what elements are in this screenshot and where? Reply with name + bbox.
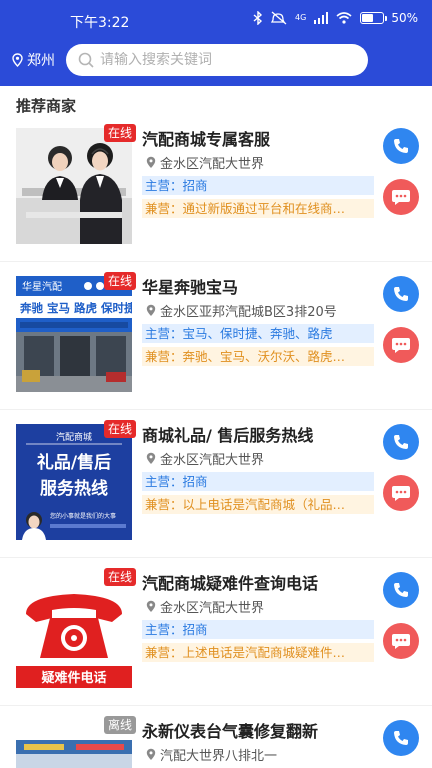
city-name: 郑州 xyxy=(27,53,55,69)
status-bar: 下午3:22 4G 50% xyxy=(0,0,432,40)
status-badge: 在线 xyxy=(104,568,137,586)
side-business-tag: 兼营：奔驰、宝马、沃尔沃、路虎… xyxy=(142,347,374,366)
location-pin-icon xyxy=(146,600,156,612)
phone-icon xyxy=(394,731,408,745)
status-icons: 4G 50% xyxy=(253,11,418,25)
merchant-card[interactable]: 疑难件电话 在线 汽配商城疑难件查询电话 金水区汽配大世界 主营：招商 兼营：上… xyxy=(0,558,432,706)
message-button[interactable] xyxy=(383,179,419,215)
phone-icon xyxy=(394,583,408,597)
merchant-address: 金水区汽配大世界 xyxy=(146,153,264,172)
bluetooth-icon xyxy=(253,11,263,25)
message-button[interactable] xyxy=(383,327,419,363)
address-text: 金水区汽配大世界 xyxy=(160,601,265,616)
merchant-card[interactable]: 华星汽配 奔驰 宝马 路虎 保时捷 在线 华星奔驰宝马 金水区亚邦汽配城B区3排… xyxy=(0,262,432,410)
call-button[interactable] xyxy=(383,424,419,460)
call-button[interactable] xyxy=(383,128,419,164)
section-title: 推荐商家 xyxy=(16,97,77,115)
location-pin-icon xyxy=(12,53,23,67)
merchant-address: 汽配大世界八排北一 xyxy=(146,745,277,764)
location-pin-icon xyxy=(146,304,156,316)
merchant-address: 金水区汽配大世界 xyxy=(146,597,264,616)
chat-icon xyxy=(392,634,410,649)
merchant-name[interactable]: 汽配商城专属客服 xyxy=(142,126,270,150)
phone-icon xyxy=(394,435,408,449)
battery-indicator: 50% xyxy=(360,11,418,25)
merchant-name[interactable]: 华星奔驰宝马 xyxy=(142,274,238,298)
main-business-tag: 主营：宝马、保时捷、奔驰、路虎 xyxy=(142,324,374,343)
location-pin-icon xyxy=(146,452,156,464)
merchant-thumbnail: 华星汽配 奔驰 宝马 路虎 保时捷 xyxy=(16,276,132,392)
merchant-thumbnail xyxy=(16,128,132,244)
poster-line-2: 服务热线 xyxy=(40,478,108,499)
merchant-name[interactable]: 商城礼品/ 售后服务热线 xyxy=(142,422,313,446)
search-input[interactable] xyxy=(100,52,340,68)
poster-small-text: 您的小事就是我们的大事 xyxy=(50,512,116,520)
chat-icon xyxy=(392,190,410,205)
message-button[interactable] xyxy=(383,475,419,511)
mute-icon xyxy=(271,11,287,25)
status-badge: 在线 xyxy=(104,124,137,142)
wifi-icon xyxy=(336,12,352,24)
network-type: 4G xyxy=(295,13,307,22)
side-business-tag: 兼营：通过新版通过平台和在线商… xyxy=(142,199,374,218)
merchant-thumbnail: 汽配商城 礼品/售后 服务热线 您的小事就是我们的大事 xyxy=(16,424,132,540)
poster-top-text: 汽配商城 xyxy=(56,431,92,443)
side-business-tag: 兼营：以上电话是汽配商城（礼品… xyxy=(142,495,374,514)
merchant-card[interactable]: 在线 汽配商城专属客服 金水区汽配大世界 主营：招商 兼营：通过新版通过平台和在… xyxy=(0,114,432,262)
address-text: 金水区汽配大世界 xyxy=(160,453,265,468)
address-text: 金水区亚邦汽配城B区3排20号 xyxy=(160,305,337,320)
merchant-thumbnail: 疑难件电话 xyxy=(16,572,132,688)
main-business-tag: 主营：招商 xyxy=(142,620,374,639)
merchant-card[interactable]: 汽配商城 礼品/售后 服务热线 您的小事就是我们的大事 在线 商城礼品/ 售后服… xyxy=(0,410,432,558)
shop-sign-brands: 奔驰 宝马 路虎 保时捷 xyxy=(19,301,132,315)
app-header: 下午3:22 4G 50% 郑州 xyxy=(0,0,432,86)
phone-icon xyxy=(394,287,408,301)
main-business-tag: 主营：招商 xyxy=(142,472,374,491)
merchant-name[interactable]: 汽配商城疑难件查询电话 xyxy=(142,570,318,594)
address-text: 汽配大世界八排北一 xyxy=(160,749,278,764)
status-time: 下午3:22 xyxy=(70,15,130,31)
phone-icon xyxy=(394,139,408,153)
call-button[interactable] xyxy=(383,572,419,608)
poster-line-1: 礼品/售后 xyxy=(37,452,111,473)
main-business-tag: 主营：招商 xyxy=(142,176,374,195)
merchant-address: 金水区汽配大世界 xyxy=(146,449,264,468)
side-business-tag: 兼营：上述电话是汽配商城疑难件… xyxy=(142,643,374,662)
chat-icon xyxy=(392,486,410,501)
poster-caption: 疑难件电话 xyxy=(41,670,106,686)
city-selector[interactable]: 郑州 xyxy=(12,50,55,70)
status-badge: 离线 xyxy=(104,716,137,734)
battery-icon xyxy=(360,12,385,24)
search-bar[interactable] xyxy=(66,44,368,76)
merchant-name[interactable]: 永新仪表台气囊修复翻新 xyxy=(142,718,318,742)
location-pin-icon xyxy=(146,156,156,168)
shop-sign-top: 华星汽配 xyxy=(22,280,62,293)
call-button[interactable] xyxy=(383,276,419,312)
signal-icon xyxy=(314,12,329,24)
chat-icon xyxy=(392,338,410,353)
message-button[interactable] xyxy=(383,623,419,659)
address-text: 金水区汽配大世界 xyxy=(160,157,265,172)
search-icon xyxy=(78,52,94,68)
merchant-address: 金水区亚邦汽配城B区3排20号 xyxy=(146,301,337,320)
merchant-thumbnail xyxy=(16,740,132,768)
call-button[interactable] xyxy=(383,720,419,756)
merchant-card[interactable]: 离线 永新仪表台气囊修复翻新 汽配大世界八排北一 xyxy=(0,706,432,768)
status-badge: 在线 xyxy=(104,420,137,438)
status-badge: 在线 xyxy=(104,272,137,290)
location-pin-icon xyxy=(146,748,156,760)
battery-percent: 50% xyxy=(391,11,418,25)
